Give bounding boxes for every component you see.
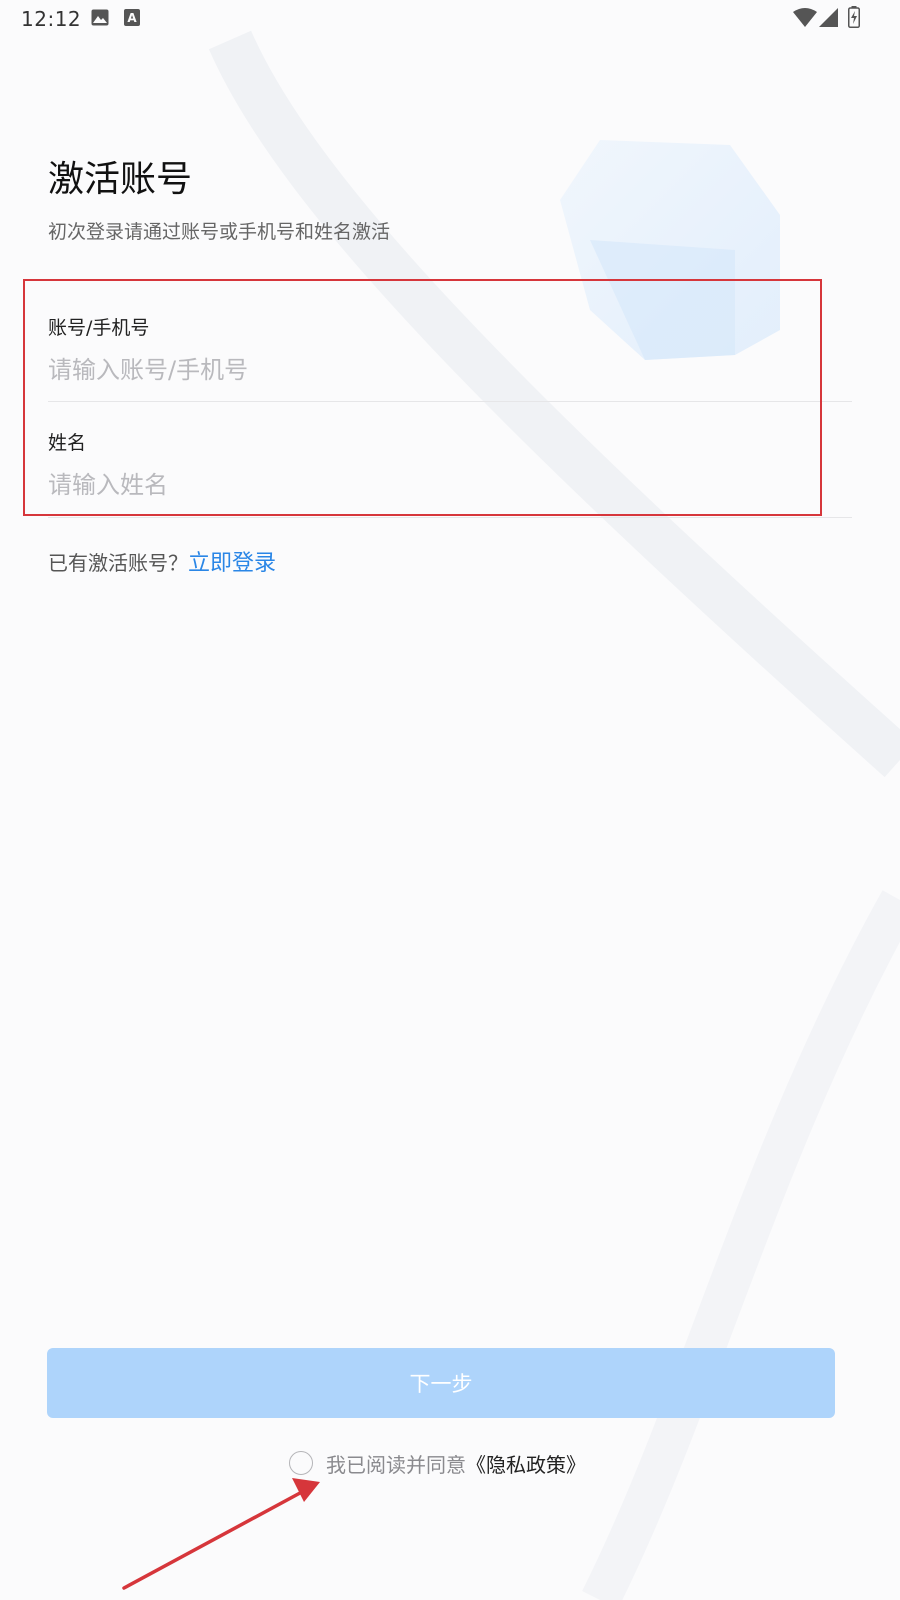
account-field: 账号/手机号 xyxy=(48,310,852,402)
name-field: 姓名 xyxy=(48,426,852,518)
account-field-label: 账号/手机号 xyxy=(48,317,150,339)
name-input[interactable] xyxy=(48,467,828,503)
agree-radio-button[interactable] xyxy=(289,1451,313,1475)
privacy-policy-link[interactable]: 《隐私政策》 xyxy=(466,1449,586,1478)
login-now-link[interactable]: 立即登录 xyxy=(188,551,276,576)
battery-charging-icon xyxy=(848,6,860,28)
font-a-icon: A xyxy=(124,9,140,26)
agree-text: 我已阅读并同意 xyxy=(326,1452,466,1477)
page-title: 激活账号 xyxy=(48,159,193,200)
login-prompt: 已有激活账号？立即登录 xyxy=(48,545,276,577)
account-divider xyxy=(48,401,852,402)
image-icon xyxy=(91,9,109,26)
status-bar: 12:12 A xyxy=(0,0,900,40)
login-prompt-text: 已有激活账号？ xyxy=(48,551,188,575)
signal-icon xyxy=(819,8,838,27)
name-field-label: 姓名 xyxy=(48,432,87,454)
account-input[interactable] xyxy=(48,352,828,388)
page-subtitle: 初次登录请通过账号或手机号和姓名激活 xyxy=(48,221,391,243)
status-time: 12:12 xyxy=(21,7,82,31)
privacy-agreement: 我已阅读并同意 《隐私政策》 xyxy=(289,1448,586,1478)
next-step-button[interactable]: 下一步 xyxy=(47,1348,835,1418)
svg-text:A: A xyxy=(127,11,137,25)
name-divider xyxy=(48,517,852,518)
wifi-icon xyxy=(793,8,817,27)
